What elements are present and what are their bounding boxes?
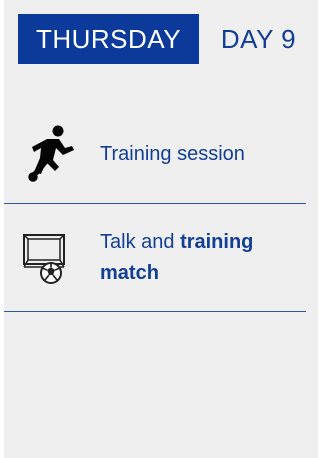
day-header: THURSDAY DAY 9 (4, 0, 318, 80)
training-session-title[interactable]: Training session (100, 139, 245, 170)
day-number-label: DAY 9 (220, 24, 297, 54)
title-bold-training: training (180, 231, 254, 253)
divider (4, 311, 306, 312)
title-prefix: Talk and (100, 231, 181, 253)
day-card: THURSDAY DAY 9 Training session Talk and… (4, 0, 318, 458)
training-match-title[interactable]: Talk and training match (100, 227, 300, 289)
day-name-tab[interactable]: THURSDAY (18, 14, 199, 64)
divider (4, 203, 306, 204)
soccer-goal-icon (23, 234, 65, 284)
kicking-player-icon (28, 125, 74, 182)
title-bold-match: match (100, 262, 159, 284)
